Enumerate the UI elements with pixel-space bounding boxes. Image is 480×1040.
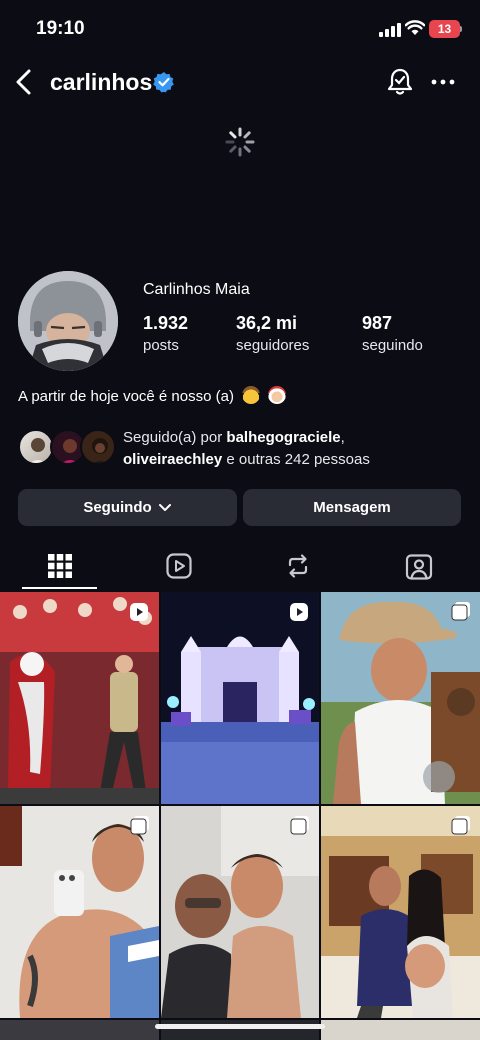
reel-indicator-icon [290, 603, 308, 621]
post-thumbnail[interactable] [161, 806, 319, 1018]
more-options-icon[interactable] [430, 70, 456, 94]
profile-tabs [0, 545, 480, 590]
reposts-icon[interactable] [285, 553, 311, 579]
multiple-posts-icon [451, 602, 470, 621]
clock: 19:10 [36, 18, 85, 39]
stat-following-label: seguindo [362, 337, 423, 354]
home-indicator[interactable] [155, 1024, 325, 1029]
profile-avatar[interactable] [18, 271, 118, 371]
multiple-posts-icon [130, 816, 149, 835]
follower-avatar-1 [18, 429, 54, 465]
stat-following-value: 987 [362, 313, 393, 333]
verified-badge-icon [153, 72, 174, 93]
status-bar: 19:10 13 [0, 0, 480, 60]
stat-posts-label: posts [143, 337, 179, 354]
post-thumbnail[interactable] [0, 592, 159, 804]
loading-spinner-icon [225, 127, 255, 157]
stat-following[interactable]: 987 seguindo [362, 313, 423, 354]
bio-text: A partir de hoje você é nosso (a) [18, 388, 234, 405]
post-thumbnail[interactable] [0, 806, 159, 1018]
cellular-signal-icon [379, 23, 401, 37]
tagged-icon[interactable] [405, 553, 433, 581]
followed-by-text[interactable]: Seguido(a) por balhegograciele, oliveira… [123, 427, 370, 471]
stat-posts-value: 1.932 [143, 313, 189, 333]
profile-full-name: Carlinhos Maia [143, 281, 250, 298]
followed-by-user-1[interactable]: balhegograciele [226, 429, 340, 446]
profile-header: carlinhos [0, 60, 480, 106]
back-arrow-icon[interactable] [14, 68, 34, 96]
message-button[interactable]: Mensagem [243, 489, 461, 526]
cowboy-emoji-icon [242, 386, 261, 404]
profile-username: carlinhos [50, 69, 153, 95]
stat-posts[interactable]: 1.932 posts [143, 313, 188, 354]
chevron-down-icon [158, 503, 171, 511]
stat-followers-label: seguidores [236, 337, 310, 354]
post-thumbnail[interactable] [321, 1020, 480, 1040]
battery-icon: 13 [429, 20, 460, 38]
reel-indicator-icon [130, 603, 148, 621]
multiple-posts-icon [290, 816, 309, 835]
profile-bio: A partir de hoje você é nosso (a) [18, 386, 287, 405]
notification-bell-icon[interactable] [385, 67, 415, 97]
post-thumbnail[interactable] [0, 1020, 159, 1040]
followed-by-suffix: e outras 242 pessoas [226, 451, 370, 468]
active-tab-indicator [22, 587, 97, 589]
santa-emoji-icon [268, 386, 287, 404]
stat-followers[interactable]: 36,2 mi seguidores [236, 313, 309, 354]
battery-tip [460, 26, 462, 32]
following-button-label: Seguindo [83, 499, 152, 516]
following-button[interactable]: Seguindo [18, 489, 237, 526]
grid-icon[interactable] [47, 553, 73, 579]
multiple-posts-icon [451, 816, 470, 835]
reels-icon[interactable] [166, 553, 192, 579]
posts-grid [0, 592, 480, 1040]
message-button-label: Mensagem [313, 499, 391, 516]
post-thumbnail[interactable] [321, 592, 480, 804]
post-thumbnail[interactable] [321, 806, 480, 1018]
follower-avatar-3 [80, 429, 116, 465]
wifi-icon [405, 20, 425, 35]
post-thumbnail[interactable] [161, 592, 319, 804]
followed-by-user-2[interactable]: oliveiraechley [123, 451, 222, 468]
followed-by-prefix: Seguido(a) por [123, 429, 223, 446]
stat-followers-value: 36,2 mi [236, 313, 298, 333]
post-thumbnail[interactable] [161, 1020, 319, 1040]
